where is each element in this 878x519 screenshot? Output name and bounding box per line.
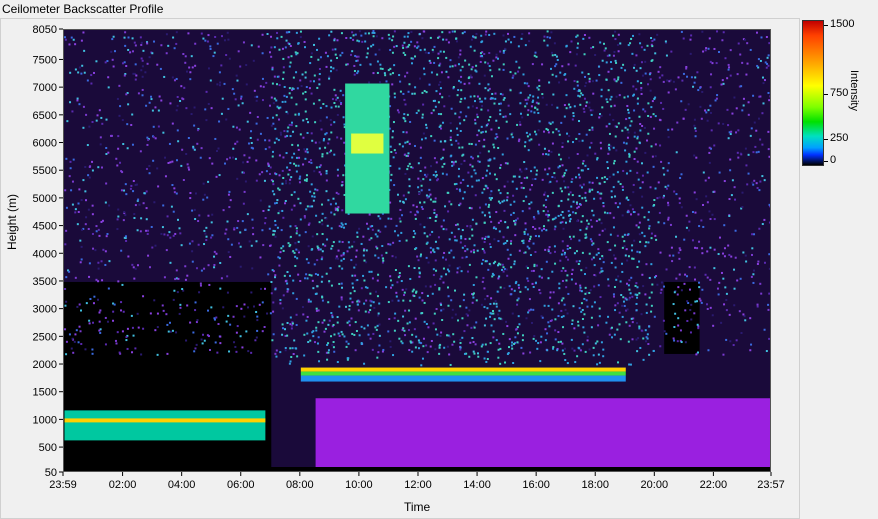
colorbar-label-low: 250 [830, 132, 849, 144]
y-axis-title: Height (m) [5, 193, 19, 250]
backscatter-heatmap [64, 30, 770, 471]
colorbar-label-zero: 0 [830, 154, 837, 166]
colorbar-gradient [802, 20, 824, 166]
heatmap-plot[interactable] [63, 29, 771, 472]
colorbar-title: Intensity [848, 70, 860, 111]
colorbar-legend: 1500 750 250 0 Intensity [800, 18, 878, 178]
colorbar-label-max: 1500 [830, 18, 855, 30]
x-axis-title: Time [404, 500, 431, 514]
colorbar-label-mid: 750 [830, 87, 849, 99]
window-title: Ceilometer Backscatter Profile [2, 2, 164, 16]
